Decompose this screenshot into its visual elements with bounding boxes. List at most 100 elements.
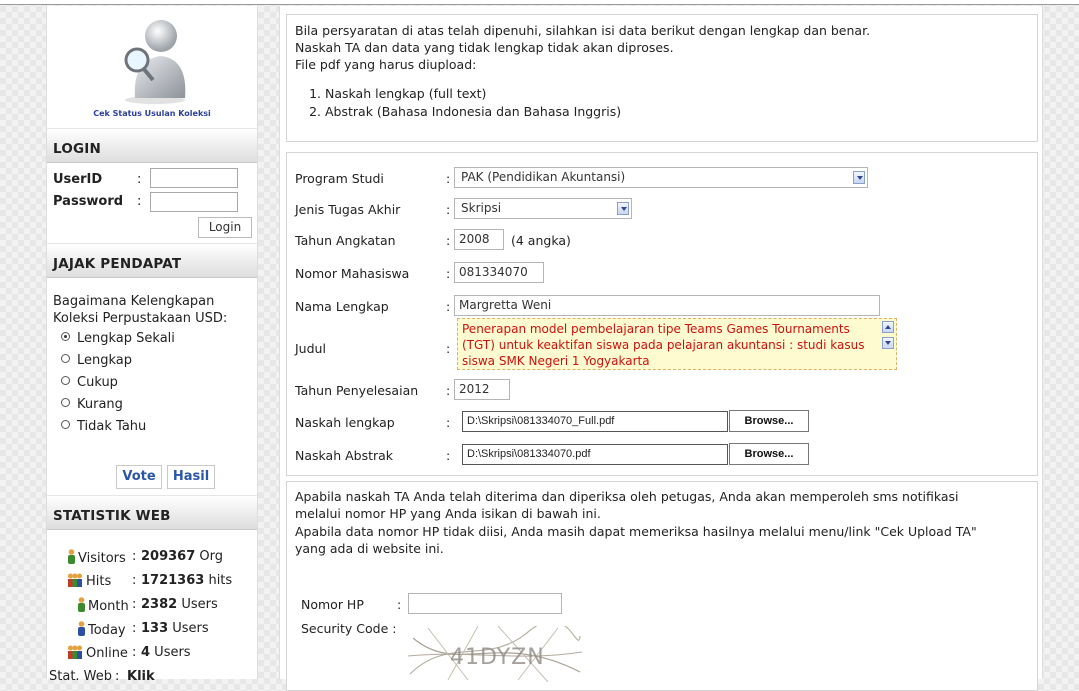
password-separator: : xyxy=(137,194,142,209)
field-separator: : xyxy=(446,415,451,430)
naskah-abstrak-file-input[interactable]: D:\Skripsi\081334070.pdf xyxy=(462,444,728,465)
captcha-image: 41DYZN xyxy=(408,626,582,682)
intro-line: File pdf yang harus diupload: xyxy=(295,57,477,72)
nomor-hp-input[interactable] xyxy=(408,593,562,614)
hp-separator: : xyxy=(397,597,402,612)
sidebar: Cek Status Usulan Koleksi LOGIN UserID :… xyxy=(46,6,258,684)
upload-form-panel: Program Studi : PAK (Pendidikan Akuntans… xyxy=(286,152,1038,476)
captcha-text: 41DYZN xyxy=(450,645,545,670)
stat-value-wrap: 1721363 hits xyxy=(141,573,232,588)
poll-option-label: Lengkap Sekali xyxy=(77,331,175,346)
stat-separator: : xyxy=(132,645,137,660)
jenis-ta-value: Skripsi xyxy=(461,201,502,215)
stat-value-wrap: 4 Users xyxy=(141,645,191,660)
radio-selected-icon[interactable] xyxy=(61,332,70,341)
chevron-down-icon[interactable] xyxy=(853,171,865,184)
vote-button[interactable]: Vote xyxy=(116,465,162,489)
stat-online: Online:4 Users xyxy=(67,645,191,661)
program-studi-value: PAK (Pendidikan Akuntansi) xyxy=(461,170,626,184)
login-button[interactable]: Login xyxy=(198,217,252,238)
person-icon xyxy=(68,549,75,564)
stat-value-wrap: 133 Users xyxy=(141,621,209,636)
search-person-icon xyxy=(124,20,186,104)
intro-line: Bila persyaratan di atas telah dipenuhi,… xyxy=(295,23,871,38)
stat-value: 209367 xyxy=(141,549,196,564)
person-icon xyxy=(78,597,85,612)
scroll-up-icon[interactable] xyxy=(882,321,894,333)
intro-line: Naskah TA dan data yang tidak lengkap ti… xyxy=(295,40,674,55)
jenis-ta-select[interactable]: Skripsi xyxy=(454,198,632,219)
cek-status-link[interactable]: Cek Status Usulan Koleksi xyxy=(47,6,257,128)
nama-lengkap-input[interactable]: Margretta Weni xyxy=(454,295,880,316)
notice-line: Apabila naskah TA Anda telah diterima da… xyxy=(295,489,959,504)
stat-unit: Users xyxy=(150,645,191,660)
tahun-penyelesaian-label: Tahun Penyelesaian xyxy=(295,383,419,398)
stat-label: Hits xyxy=(86,574,112,589)
field-separator: : xyxy=(446,299,451,314)
top-border xyxy=(0,0,1079,5)
stat-separator: : xyxy=(132,621,137,636)
radio-icon[interactable] xyxy=(61,354,70,363)
stats-header: STATISTIK WEB xyxy=(47,495,257,530)
radio-icon[interactable] xyxy=(61,376,70,385)
hp-label: Nomor HP xyxy=(301,597,364,612)
poll-option[interactable]: Tidak Tahu xyxy=(61,419,146,434)
stat-web-link[interactable]: Klik xyxy=(127,669,155,684)
notification-panel: Apabila naskah TA Anda telah diterima da… xyxy=(286,481,1038,691)
userid-label: UserID xyxy=(53,172,103,187)
main-content: Bila persyaratan di atas telah dipenuhi,… xyxy=(279,6,1043,691)
radio-icon[interactable] xyxy=(61,420,70,429)
tahun-angkatan-input[interactable]: 2008 xyxy=(454,229,504,250)
stat-label: Visitors xyxy=(78,551,126,566)
judul-text: Penerapan model pembelajaran tipe Teams … xyxy=(462,322,865,368)
logo-caption: Cek Status Usulan Koleksi xyxy=(93,109,211,118)
browse-abstract-button[interactable]: Browse... xyxy=(729,443,809,465)
group-icon xyxy=(68,645,82,659)
result-button[interactable]: Hasil xyxy=(167,465,215,489)
stat-value: 133 xyxy=(141,621,169,636)
browse-full-button[interactable]: Browse... xyxy=(729,410,809,432)
poll-option-label: Tidak Tahu xyxy=(77,419,147,434)
stat-unit: Users xyxy=(177,597,218,612)
requirements-list: Naskah lengkap (full text) Abstrak (Baha… xyxy=(287,85,621,121)
stat-label: Stat. Web xyxy=(49,669,113,684)
poll-option[interactable]: Lengkap xyxy=(61,353,132,368)
field-separator: : xyxy=(446,171,451,186)
password-input[interactable] xyxy=(150,192,238,212)
group-icon xyxy=(68,573,82,587)
field-separator: : xyxy=(446,266,451,281)
stat-separator: : xyxy=(132,597,137,612)
password-label: Password xyxy=(53,194,124,209)
poll-option-label: Lengkap xyxy=(77,353,133,368)
poll-header: JAJAK PENDAPAT xyxy=(47,243,257,278)
naskah-lengkap-label: Naskah lengkap xyxy=(295,415,395,430)
stat-value: 2382 xyxy=(141,597,178,612)
poll-option[interactable]: Kurang xyxy=(61,397,123,412)
notice-line: melalui nomor HP yang Anda isikan di baw… xyxy=(295,506,601,521)
stat-month: Month:2382 Users xyxy=(77,597,218,614)
stat-label: Online xyxy=(86,646,128,661)
stat-unit: hits xyxy=(204,573,233,588)
poll-option[interactable]: Lengkap Sekali xyxy=(61,331,175,346)
stat-label: Month xyxy=(88,599,129,614)
program-studi-select[interactable]: PAK (Pendidikan Akuntansi) xyxy=(454,167,868,188)
tahun-angkatan-hint: (4 angka) xyxy=(511,233,571,248)
stat-separator: : xyxy=(115,669,120,684)
judul-scrollbar[interactable] xyxy=(882,321,894,367)
login-header: LOGIN xyxy=(47,128,257,163)
naskah-lengkap-file-input[interactable]: D:\Skripsi\081334070_Full.pdf xyxy=(462,411,728,432)
poll-question: Bagaimana Kelengkapan Koleksi Perpustaka… xyxy=(53,294,228,326)
chevron-down-icon[interactable] xyxy=(617,202,629,215)
radio-icon[interactable] xyxy=(61,398,70,407)
poll-option[interactable]: Cukup xyxy=(61,375,118,390)
userid-input[interactable] xyxy=(150,168,238,188)
tahun-penyelesaian-input[interactable]: 2012 xyxy=(454,379,510,400)
judul-textarea[interactable]: Penerapan model pembelajaran tipe Teams … xyxy=(457,318,897,370)
requirement-item: Abstrak (Bahasa Indonesia dan Bahasa Ing… xyxy=(325,103,621,121)
stat-web: Stat. Web: Klik xyxy=(49,669,155,684)
nomor-mahasiswa-input[interactable]: 081334070 xyxy=(454,262,544,283)
stat-visitors: Visitors:209367 Org xyxy=(67,549,223,566)
intro-panel: Bila persyaratan di atas telah dipenuhi,… xyxy=(286,14,1038,142)
scroll-down-icon[interactable] xyxy=(882,337,894,349)
stat-hits: Hits:1721363 hits xyxy=(67,573,232,589)
